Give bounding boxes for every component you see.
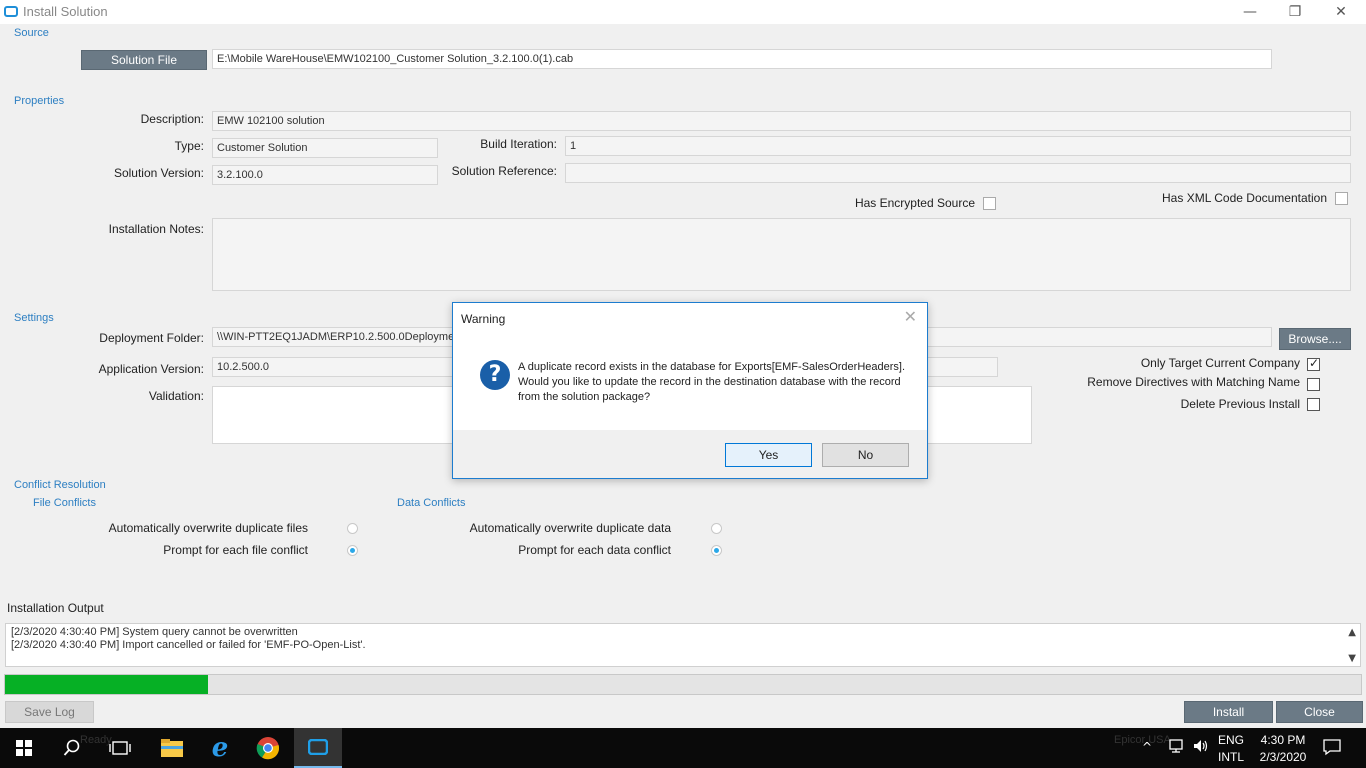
- scroll-down-icon[interactable]: ▼: [1348, 652, 1356, 665]
- only-target-current-company-label: Only Target Current Company: [1140, 356, 1300, 370]
- description-field[interactable]: EMW 102100 solution: [212, 111, 1351, 131]
- progress-fill: [5, 675, 209, 694]
- dialog-yes-button[interactable]: Yes: [725, 443, 812, 467]
- solution-reference-field[interactable]: [565, 163, 1351, 183]
- clock[interactable]: 4:30 PM 2/3/2020: [1252, 733, 1314, 764]
- file-conflicts-label: File Conflicts: [33, 497, 96, 509]
- keyboard-layout: INTL: [1217, 750, 1244, 764]
- windows-start-icon[interactable]: [0, 728, 48, 768]
- build-iteration-label: Build Iteration:: [480, 137, 557, 151]
- log-line: [2/3/2020 4:30:40 PM] Import cancelled o…: [11, 639, 366, 651]
- prompt-data-conflict-label: Prompt for each data conflict: [518, 543, 671, 557]
- prompt-data-conflict-radio[interactable]: [711, 545, 722, 556]
- only-target-current-company-checkbox[interactable]: [1307, 356, 1320, 371]
- close-window-button[interactable]: ✕: [1318, 2, 1364, 22]
- scroll-up-icon[interactable]: ▲: [1348, 626, 1356, 639]
- properties-section-label: Properties: [14, 95, 65, 107]
- tray-chevron-icon[interactable]: ^: [1142, 740, 1152, 754]
- solution-file-path-field[interactable]: E:\Mobile WareHouse\EMW102100_Customer S…: [212, 49, 1272, 69]
- remove-directives-checkbox[interactable]: [1307, 378, 1320, 391]
- input-language-indicator[interactable]: ENG INTL: [1216, 733, 1246, 764]
- solution-version-label: Solution Version:: [113, 166, 204, 180]
- volume-icon[interactable]: [1192, 738, 1210, 757]
- dialog-no-button[interactable]: No: [822, 443, 909, 467]
- clock-time: 4:30 PM: [1260, 733, 1306, 747]
- source-section-label: Source: [14, 27, 49, 39]
- delete-previous-install-checkbox[interactable]: [1307, 398, 1320, 411]
- installation-progress-bar: [4, 674, 1362, 695]
- dialog-message: A duplicate record exists in the databas…: [518, 361, 906, 403]
- installation-notes-label: Installation Notes:: [108, 222, 204, 236]
- warning-dialog: Warning ✕ ? A duplicate record exists in…: [452, 302, 928, 479]
- install-solution-taskbar-icon[interactable]: [294, 728, 342, 768]
- auto-overwrite-files-radio[interactable]: [347, 523, 358, 534]
- windows-taskbar: e Ready Epicor USA ^ ENG INTL 4:30 PM 2/…: [0, 728, 1366, 768]
- validation-label: Validation:: [148, 389, 204, 403]
- auto-overwrite-files-label: Automatically overwrite duplicate files: [108, 521, 308, 535]
- notifications-icon[interactable]: [1322, 738, 1342, 759]
- auto-overwrite-data-radio[interactable]: [711, 523, 722, 534]
- dialog-title: Warning: [461, 312, 506, 326]
- chrome-icon[interactable]: [244, 728, 292, 768]
- has-encrypted-source-label: Has Encrypted Source: [854, 196, 975, 210]
- question-icon: ?: [480, 360, 510, 390]
- remove-directives-label: Remove Directives with Matching Name: [1087, 375, 1300, 389]
- install-button[interactable]: Install: [1184, 701, 1273, 723]
- clock-date: 2/3/2020: [1259, 750, 1307, 764]
- solution-version-field[interactable]: 3.2.100.0: [212, 165, 438, 185]
- browse-button[interactable]: Browse....: [1279, 328, 1351, 350]
- settings-section-label: Settings: [14, 312, 54, 324]
- status-ready: Ready: [80, 734, 112, 746]
- log-line: [2/3/2020 4:30:40 PM] System query canno…: [11, 626, 298, 638]
- title-bar: Install Solution — ❐ ✕: [0, 0, 1366, 24]
- file-explorer-icon[interactable]: [148, 728, 196, 768]
- installation-notes-field[interactable]: [212, 218, 1351, 291]
- installation-output-label: Installation Output: [7, 601, 104, 615]
- network-icon[interactable]: [1168, 738, 1186, 757]
- minimize-button[interactable]: —: [1227, 2, 1273, 22]
- type-label: Type:: [174, 139, 204, 153]
- has-xml-doc-label: Has XML Code Documentation: [1162, 191, 1327, 205]
- maximize-button[interactable]: ❐: [1272, 2, 1318, 22]
- delete-previous-install-label: Delete Previous Install: [1180, 397, 1300, 411]
- dialog-close-icon[interactable]: ✕: [904, 307, 917, 326]
- solution-file-button[interactable]: Solution File: [81, 50, 207, 70]
- build-iteration-field[interactable]: 1: [565, 136, 1351, 156]
- application-version-label: Application Version:: [98, 362, 204, 376]
- deployment-folder-label: Deployment Folder:: [99, 331, 204, 345]
- conflict-resolution-section-label: Conflict Resolution: [14, 479, 106, 491]
- type-field[interactable]: Customer Solution: [212, 138, 438, 158]
- language-code: ENG: [1217, 733, 1244, 747]
- data-conflicts-label: Data Conflicts: [397, 497, 466, 509]
- description-label: Description:: [140, 112, 204, 126]
- has-encrypted-source-checkbox[interactable]: [983, 197, 996, 210]
- has-xml-doc-checkbox[interactable]: [1335, 192, 1348, 205]
- close-button[interactable]: Close: [1276, 701, 1363, 723]
- window-title: Install Solution: [23, 4, 108, 19]
- prompt-file-conflict-radio[interactable]: [347, 545, 358, 556]
- installation-output-log[interactable]: [2/3/2020 4:30:40 PM] System query canno…: [5, 623, 1361, 667]
- prompt-file-conflict-label: Prompt for each file conflict: [163, 543, 308, 557]
- auto-overwrite-data-label: Automatically overwrite duplicate data: [469, 521, 671, 535]
- internet-explorer-icon[interactable]: e: [196, 728, 244, 768]
- save-log-button[interactable]: Save Log: [5, 701, 94, 723]
- solution-reference-label: Solution Reference:: [451, 164, 557, 178]
- app-icon: [4, 6, 18, 17]
